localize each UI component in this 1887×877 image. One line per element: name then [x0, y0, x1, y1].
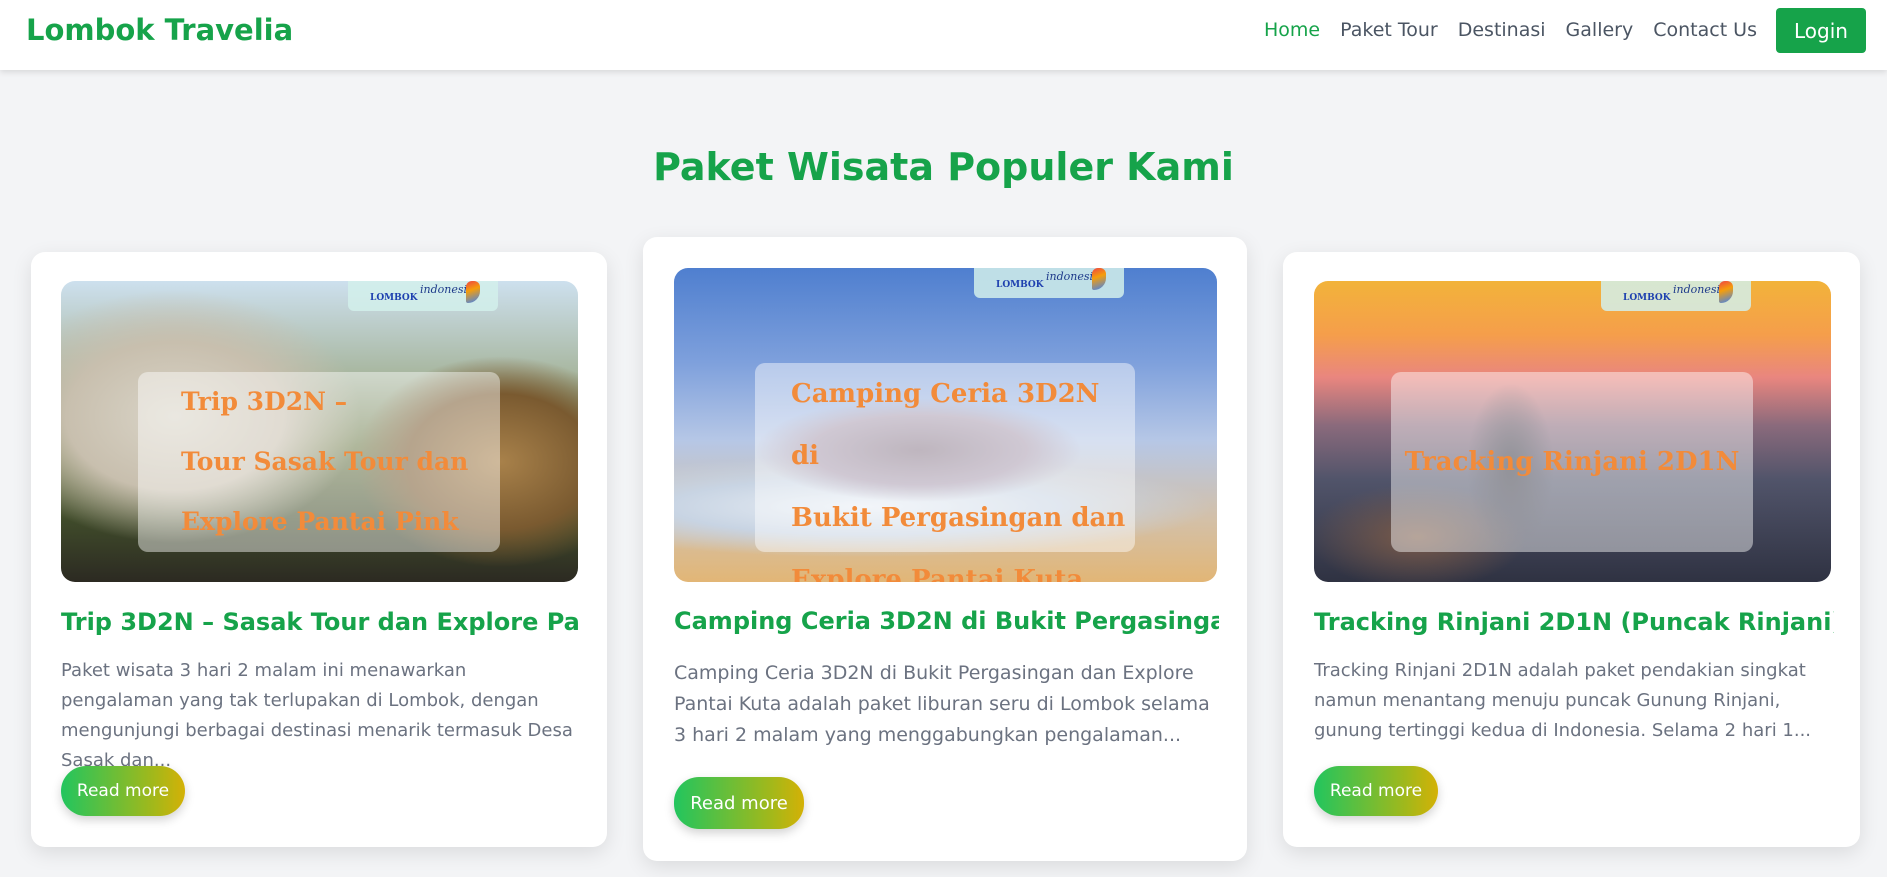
read-more-button[interactable]: Read more — [1314, 766, 1438, 816]
overlay-line: Trip 3D2N – — [181, 387, 348, 416]
logo-text-left: LOMBOK — [370, 293, 418, 303]
overlay-line: Explore Pantai Pink — [181, 507, 459, 536]
image-title-overlay: Camping Ceria 3D2N di Bukit Pergasingan … — [755, 363, 1135, 582]
nav-links: Home Paket Tour Destinasi Gallery Contac… — [1244, 19, 1757, 41]
read-more-button[interactable]: Read more — [674, 777, 804, 829]
tour-card-description: Camping Ceria 3D2N di Bukit Pergasingan … — [674, 662, 1210, 746]
login-button[interactable]: Login — [1776, 8, 1866, 53]
tour-card: LOMBOK indonesia Camping Ceria 3D2N di B… — [643, 237, 1247, 861]
logo-text-left: LOMBOK — [996, 280, 1044, 290]
tour-card: LOMBOK indonesia Trip 3D2N – Tour Sasak … — [31, 252, 607, 847]
image-title-overlay: Tracking Rinjani 2D1N — [1391, 372, 1753, 552]
tour-card-title[interactable]: Tracking Rinjani 2D1N (Puncak Rinjani) — [1314, 608, 1834, 636]
logo-text-left: LOMBOK — [1623, 293, 1671, 303]
wonderful-indonesia-logo: LOMBOK indonesia — [974, 268, 1124, 298]
read-more-button[interactable]: Read more — [61, 766, 185, 816]
overlay-line: Tracking Rinjani 2D1N — [1404, 447, 1740, 477]
overlay-line: Tour Sasak Tour dan — [181, 447, 469, 476]
nav-link-gallery[interactable]: Gallery — [1566, 19, 1634, 41]
tour-card-description: Paket wisata 3 hari 2 malam ini menawark… — [61, 660, 573, 771]
top-navbar: Lombok Travelia Home Paket Tour Destinas… — [0, 0, 1887, 70]
image-title-overlay: Trip 3D2N – Tour Sasak Tour dan Explore … — [138, 372, 500, 552]
nav-link-paket-tour[interactable]: Paket Tour — [1340, 19, 1438, 41]
tour-card: LOMBOK indonesia Tracking Rinjani 2D1N T… — [1283, 252, 1860, 847]
overlay-line: Camping Ceria 3D2N di — [791, 379, 1100, 471]
logo-mark-icon — [1719, 281, 1733, 303]
logo-mark-icon — [1092, 268, 1106, 290]
section-title: Paket Wisata Populer Kami — [653, 145, 1234, 189]
nav-link-destinasi[interactable]: Destinasi — [1458, 19, 1546, 41]
nav-link-contact-us[interactable]: Contact Us — [1653, 19, 1757, 41]
wonderful-indonesia-logo: LOMBOK indonesia — [1601, 281, 1751, 311]
tour-card-title[interactable]: Camping Ceria 3D2N di Bukit Pergasingan … — [674, 607, 1219, 635]
logo-mark-icon — [466, 281, 480, 303]
overlay-line: Explore Pantai Kuta — [791, 565, 1084, 582]
nav-link-home[interactable]: Home — [1264, 19, 1320, 41]
tour-card-image[interactable]: LOMBOK indonesia Camping Ceria 3D2N di B… — [674, 268, 1217, 582]
wonderful-indonesia-logo: LOMBOK indonesia — [348, 281, 498, 311]
tour-card-description: Tracking Rinjani 2D1N adalah paket penda… — [1314, 660, 1812, 741]
tour-card-image[interactable]: LOMBOK indonesia Trip 3D2N – Tour Sasak … — [61, 281, 578, 582]
tour-card-image[interactable]: LOMBOK indonesia Tracking Rinjani 2D1N — [1314, 281, 1831, 582]
brand-logo-text[interactable]: Lombok Travelia — [26, 13, 293, 47]
overlay-line: Bukit Pergasingan dan — [791, 503, 1126, 533]
tour-card-title[interactable]: Trip 3D2N – Sasak Tour dan Explore Panta… — [61, 608, 581, 636]
